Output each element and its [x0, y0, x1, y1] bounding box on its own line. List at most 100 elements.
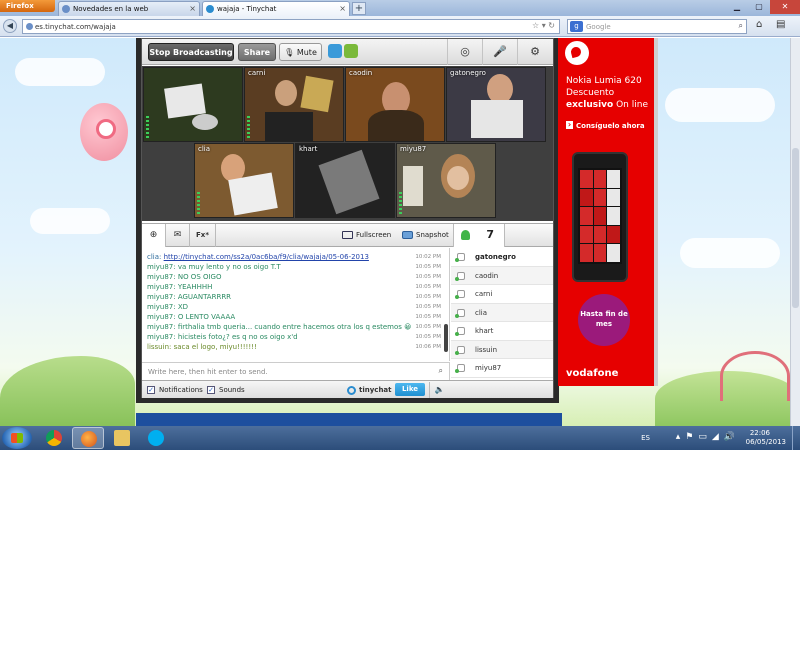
windows-taskbar: ES ▴⚑▭◢🔊 22:06 06/05/2013	[0, 426, 800, 450]
message-link[interactable]: http://tinychat.com/ss2a/0ac6ba/f9/clia/…	[164, 253, 369, 261]
ad-title: Nokia Lumia 620	[566, 76, 642, 86]
microphone-settings-icon[interactable]: 🎤	[482, 39, 517, 65]
checkmark-icon: ✓	[207, 386, 215, 394]
google-engine-icon[interactable]: g	[570, 21, 583, 32]
chat-message: miyu87: va muy lento y no os oigo T.T 10:…	[147, 262, 441, 272]
user-list-item[interactable]: caodin	[451, 266, 553, 285]
close-tab-icon[interactable]: ×	[339, 4, 346, 13]
fullscreen-button[interactable]: Fullscreen	[340, 228, 396, 243]
taskbar-chrome[interactable]	[38, 427, 70, 449]
sounds-checkbox[interactable]: ✓ Sounds	[207, 385, 245, 395]
scrollbar-thumb[interactable]	[792, 148, 799, 308]
user-list-item[interactable]: miyu87	[451, 359, 553, 378]
tinychat-logo[interactable]: tinychat	[347, 385, 392, 395]
ios-app-icon[interactable]	[328, 44, 342, 58]
stop-broadcasting-button[interactable]: Stop Broadcasting	[148, 43, 234, 61]
fx-button[interactable]: Fx*	[190, 224, 216, 247]
bookmarks-icon[interactable]: ▤	[776, 19, 785, 30]
firefox-menu-button[interactable]: Firefox	[0, 0, 55, 12]
taskbar-skype[interactable]	[140, 427, 172, 449]
show-desktop-button[interactable]	[792, 426, 800, 450]
camera-tile-khart[interactable]: khart	[295, 143, 395, 218]
chat-message: lissuin: saca el logo, miyu!!!!!!! 10:06 …	[147, 342, 441, 352]
home-icon[interactable]: ⌂	[756, 19, 762, 30]
snapshot-button[interactable]: Snapshot	[400, 228, 452, 243]
window-close-icon[interactable]: ✕	[770, 0, 800, 14]
broadcast-toolbar: Stop Broadcasting Share 🎙 Mute ◎ 🎤 ⚙	[142, 39, 553, 65]
user-list: gatonegro caodin carni clia khart lissui…	[451, 248, 553, 380]
notifications-checkbox[interactable]: ✓ Notifications	[147, 385, 203, 395]
start-button[interactable]	[2, 427, 32, 449]
camera-icon	[402, 231, 413, 239]
audio-level-icon	[146, 116, 149, 138]
camera-tile[interactable]	[143, 67, 243, 142]
page-scrollbar[interactable]	[790, 38, 800, 426]
taskbar-firefox[interactable]	[72, 427, 104, 449]
maximize-icon[interactable]: ▢	[748, 0, 770, 14]
mute-button[interactable]: 🎙 Mute	[279, 43, 322, 61]
user-cam-icon	[455, 364, 465, 373]
camera-tile-caodin[interactable]: caodin	[345, 67, 445, 142]
ad-brand: vodafone	[566, 368, 619, 379]
held-picture	[228, 172, 278, 216]
face	[447, 166, 469, 190]
search-input[interactable]: g Google ⌕	[567, 19, 747, 34]
tray-icons[interactable]: ▴⚑▭◢🔊	[676, 432, 740, 442]
gear-icon[interactable]: ⚙	[517, 39, 552, 65]
chat-input[interactable]: Write here, then hit enter to send. ⌕	[142, 362, 450, 380]
message-time: 10:05 PM	[415, 314, 441, 320]
search-icon[interactable]: ⌕	[439, 366, 443, 376]
user-list-item[interactable]: clia	[451, 303, 553, 322]
speaker-icon[interactable]: 🔈	[429, 382, 449, 398]
language-indicator[interactable]: ES	[641, 434, 650, 442]
chat-scrollbar[interactable]	[444, 324, 448, 352]
user-list-item[interactable]: khart	[451, 322, 553, 341]
clock-date[interactable]: 06/05/2013	[746, 438, 786, 446]
message-text: miyu87: va muy lento y no os oigo T.T	[147, 263, 281, 271]
tab-tinychat[interactable]: wajaja - Tinychat ×	[202, 1, 350, 16]
share-button[interactable]: Share	[238, 43, 276, 61]
message-time: 10:05 PM	[415, 334, 441, 340]
close-tab-icon[interactable]: ×	[189, 4, 196, 13]
site-identity-icon[interactable]	[26, 23, 33, 30]
user-list-item[interactable]: lissuin	[451, 340, 553, 359]
camera-grid: carni caodin gatonegro clia khart miyu87	[142, 66, 553, 221]
background-cloud	[15, 58, 105, 86]
camera-settings-icon[interactable]: ◎	[447, 39, 482, 65]
message-text: miyu87: hicisteis foto¿? es q no os oigo…	[147, 333, 298, 341]
search-icon[interactable]: ⌕	[739, 21, 743, 31]
ad-cta-link[interactable]: Consíguelo ahora	[566, 121, 645, 130]
taskbar-explorer[interactable]	[106, 427, 138, 449]
vodafone-ad[interactable]: Nokia Lumia 620 Descuento exclusivo On l…	[558, 38, 654, 386]
clock-time[interactable]: 22:06	[750, 429, 770, 438]
microphone-icon: 🎙	[284, 48, 295, 57]
user-list-item[interactable]: carni	[451, 285, 553, 304]
page-footer-bar	[136, 413, 562, 426]
camera-tile-carni[interactable]: carni	[244, 67, 344, 142]
camera-tile-gatonegro[interactable]: gatonegro	[446, 67, 546, 142]
back-arrow-icon[interactable]: ◀	[3, 19, 17, 33]
chat-message: miyu87: AGUANTARRRR 10:05 PM	[147, 292, 441, 302]
url-bar[interactable]: es.tinychat.com/wajaja ☆ ▾ ↻	[22, 19, 560, 34]
new-tab-button[interactable]: +	[352, 2, 366, 15]
tab-novedades[interactable]: Novedades en la web ×	[58, 1, 200, 16]
private-messages-icon[interactable]: ✉	[166, 224, 190, 247]
user-name: clia	[475, 308, 488, 317]
zoom-icon[interactable]: ⊕	[142, 224, 166, 247]
chrome-icon	[46, 430, 62, 446]
camera-tile-miyu87[interactable]: miyu87	[396, 143, 496, 218]
android-app-icon[interactable]	[344, 44, 358, 58]
user-list-item[interactable]: gatonegro	[451, 248, 553, 267]
like-button[interactable]: Like	[395, 383, 425, 396]
chat-toolbar: ⊕ ✉ Fx* Fullscreen Snapshot 7	[142, 223, 553, 247]
message-text: miyu87: AGUANTARRRR	[147, 293, 232, 301]
user-cam-icon	[455, 345, 465, 355]
user-count-tab[interactable]: 7	[453, 224, 505, 247]
camera-username: khart	[299, 145, 318, 153]
camera-tile-clia[interactable]: clia	[194, 143, 294, 218]
tab-title: Novedades en la web	[73, 5, 149, 13]
user-name: miyu87	[475, 364, 502, 372]
tab-bar: Firefox Novedades en la web × wajaja - T…	[0, 0, 800, 16]
minimize-icon[interactable]: ▁	[726, 0, 748, 14]
bookmark-star-icon[interactable]: ☆ ▾ ↻	[532, 21, 555, 30]
